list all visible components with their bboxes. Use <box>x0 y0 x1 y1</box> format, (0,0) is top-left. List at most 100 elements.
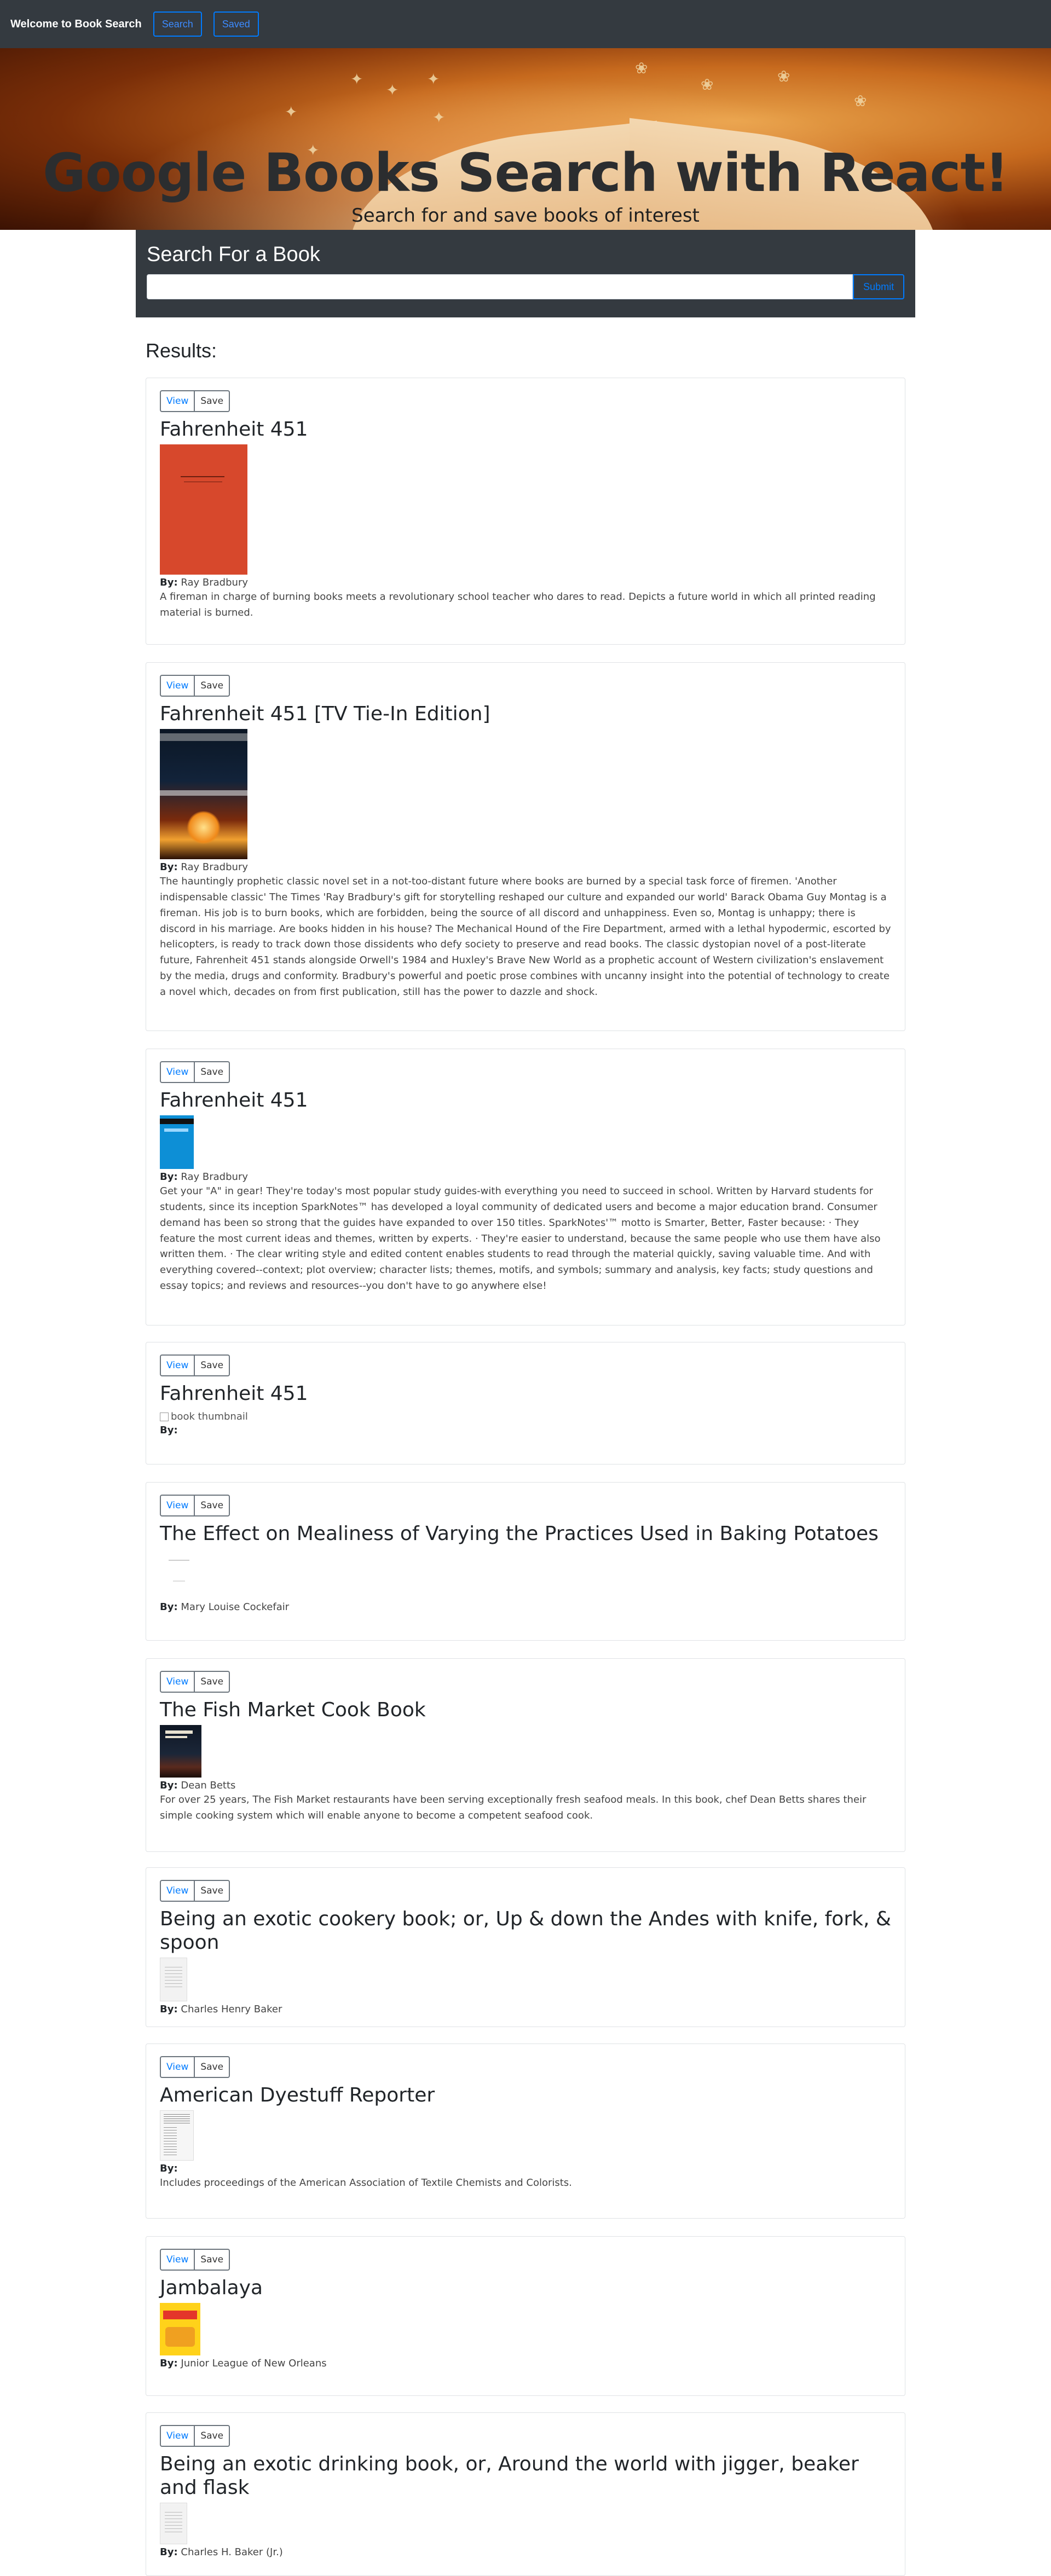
navbar-brand[interactable]: Welcome to Book Search <box>10 18 142 31</box>
book-author: By: Mary Louise Cockefair <box>160 1601 891 1613</box>
butterfly-icon: ✦ <box>432 108 446 126</box>
book-author: By: Dean Betts <box>160 1780 891 1791</box>
book-card: View Save The Effect on Mealiness of Var… <box>146 1482 905 1641</box>
book-title: American Dyestuff Reporter <box>160 2084 435 2106</box>
view-button[interactable]: View <box>160 2249 195 2271</box>
submit-button[interactable]: Submit <box>853 274 904 299</box>
book-thumbnail <box>160 1115 194 1170</box>
book-description: Includes proceedings of the American Ass… <box>160 2177 572 2189</box>
book-actions: View Save <box>160 1880 891 1902</box>
book-card-body: View Save Fahrenheit 451 By: Ray Bradbur… <box>160 390 891 621</box>
book-actions: View Save <box>160 390 891 412</box>
results-title: Results: <box>146 339 217 362</box>
book-title: The Effect on Mealiness of Varying the P… <box>160 1523 879 1545</box>
book-card-body: View Save American Dyestuff Reporter By:… <box>160 2056 891 2191</box>
search-input[interactable] <box>147 274 853 299</box>
view-button[interactable]: View <box>160 2056 195 2078</box>
book-card: View Save American Dyestuff Reporter By:… <box>146 2044 905 2219</box>
author-name: Ray Bradbury <box>181 861 248 873</box>
book-author: By: Junior League of New Orleans <box>160 2358 891 2369</box>
book-card: View Save Fahrenheit 451 By: Ray Bradbur… <box>146 378 905 645</box>
view-button[interactable]: View <box>160 390 195 412</box>
save-button[interactable]: Save <box>195 1495 230 1516</box>
save-button[interactable]: Save <box>195 1880 230 1902</box>
search-row: Submit <box>147 274 904 299</box>
book-actions: View Save <box>160 1061 891 1083</box>
broken-image-icon <box>160 1412 169 1421</box>
view-button[interactable]: View <box>160 1880 195 1902</box>
view-button[interactable]: View <box>160 2425 195 2447</box>
book-thumbnail: book thumbnail <box>160 1411 891 1422</box>
hero-subtitle: Search for and save books of interest <box>351 205 700 227</box>
book-thumbnail <box>160 1725 201 1778</box>
view-button[interactable]: View <box>160 1061 195 1083</box>
book-card: View Save Fahrenheit 451 By: Ray Bradbur… <box>146 1049 905 1325</box>
book-card-body: View Save Fahrenheit 451 book thumbnail … <box>160 1354 891 1436</box>
book-actions: View Save <box>160 675 891 697</box>
author-label: By: <box>160 577 178 589</box>
book-thumbnail <box>160 444 247 575</box>
book-card-body: View Save The Effect on Mealiness of Var… <box>160 1495 891 1613</box>
author-label: By: <box>160 2004 178 2016</box>
save-button[interactable]: Save <box>195 2056 230 2078</box>
author-label: By: <box>160 1780 178 1792</box>
book-description: A fireman in charge of burning books mee… <box>160 591 876 618</box>
author-name: Ray Bradbury <box>181 1171 248 1183</box>
book-title: Fahrenheit 451 <box>160 418 308 441</box>
author-name: Dean Betts <box>181 1780 236 1792</box>
book-card: View Save Fahrenheit 451 [TV Tie-In Edit… <box>146 662 905 1031</box>
butterfly-icon: ✦ <box>285 103 298 121</box>
author-name: Charles H. Baker (Jr.) <box>181 2546 283 2558</box>
save-button[interactable]: Save <box>195 1061 230 1083</box>
book-card: View Save Being an exotic cookery book; … <box>146 1867 905 2027</box>
view-button[interactable]: View <box>160 1495 195 1516</box>
book-card-body: View Save Being an exotic drinking book,… <box>160 2425 891 2558</box>
book-author: By: Ray Bradbury <box>160 577 891 588</box>
book-thumbnail <box>160 2503 187 2545</box>
save-button[interactable]: Save <box>195 1671 230 1693</box>
book-actions: View Save <box>160 2056 891 2078</box>
book-actions: View Save <box>160 2249 891 2271</box>
book-card-body: View Save Fahrenheit 451 By: Ray Bradbur… <box>160 1061 891 1294</box>
nav-search-button[interactable]: Search <box>153 11 202 37</box>
butterfly-icon: ✦ <box>427 70 440 88</box>
author-name: Ray Bradbury <box>181 577 248 589</box>
book-description: Get your "A" in gear! They're today's mo… <box>160 1185 881 1292</box>
book-author: By: Charles Henry Baker <box>160 2004 891 2015</box>
view-button[interactable]: View <box>160 1671 195 1693</box>
flower-icon: ❀ <box>635 59 648 77</box>
book-card: View Save Fahrenheit 451 book thumbnail … <box>146 1342 905 1464</box>
save-button[interactable]: Save <box>195 675 230 697</box>
book-actions: View Save <box>160 2425 891 2447</box>
book-title: Jambalaya <box>160 2277 263 2299</box>
book-thumbnail <box>160 729 247 860</box>
author-label: By: <box>160 861 178 873</box>
book-thumbnail <box>160 1958 187 2002</box>
save-button[interactable]: Save <box>195 2249 230 2271</box>
save-button[interactable]: Save <box>195 390 230 412</box>
navbar: Welcome to Book Search Search Saved <box>0 0 1051 48</box>
book-card: View Save The Fish Market Cook Book By: … <box>146 1658 905 1852</box>
view-button[interactable]: View <box>160 675 195 697</box>
book-description: For over 25 years, The Fish Market resta… <box>160 1794 867 1821</box>
book-card-body: View Save Jambalaya By: Junior League of… <box>160 2249 891 2369</box>
book-card-body: View Save Fahrenheit 451 [TV Tie-In Edit… <box>160 675 891 1000</box>
book-thumbnail <box>160 1549 198 1600</box>
save-button[interactable]: Save <box>195 2425 230 2447</box>
flower-icon: ❀ <box>701 76 714 94</box>
book-thumbnail <box>160 2303 200 2356</box>
view-button[interactable]: View <box>160 1354 195 1376</box>
book-title: Fahrenheit 451 [TV Tie-In Edition] <box>160 703 490 725</box>
author-name: Junior League of New Orleans <box>181 2358 327 2370</box>
book-title: The Fish Market Cook Book <box>160 1699 426 1721</box>
book-title: Fahrenheit 451 <box>160 1089 308 1112</box>
book-author: By: <box>160 2163 891 2174</box>
nav-saved-button[interactable]: Saved <box>213 11 259 37</box>
book-author: By: <box>160 1425 891 1436</box>
save-button[interactable]: Save <box>195 1354 230 1376</box>
search-panel: Search For a Book Submit <box>136 230 915 317</box>
butterfly-icon: ✦ <box>386 81 399 99</box>
book-actions: View Save <box>160 1354 891 1376</box>
book-author: By: Ray Bradbury <box>160 861 891 873</box>
author-label: By: <box>160 1601 178 1613</box>
